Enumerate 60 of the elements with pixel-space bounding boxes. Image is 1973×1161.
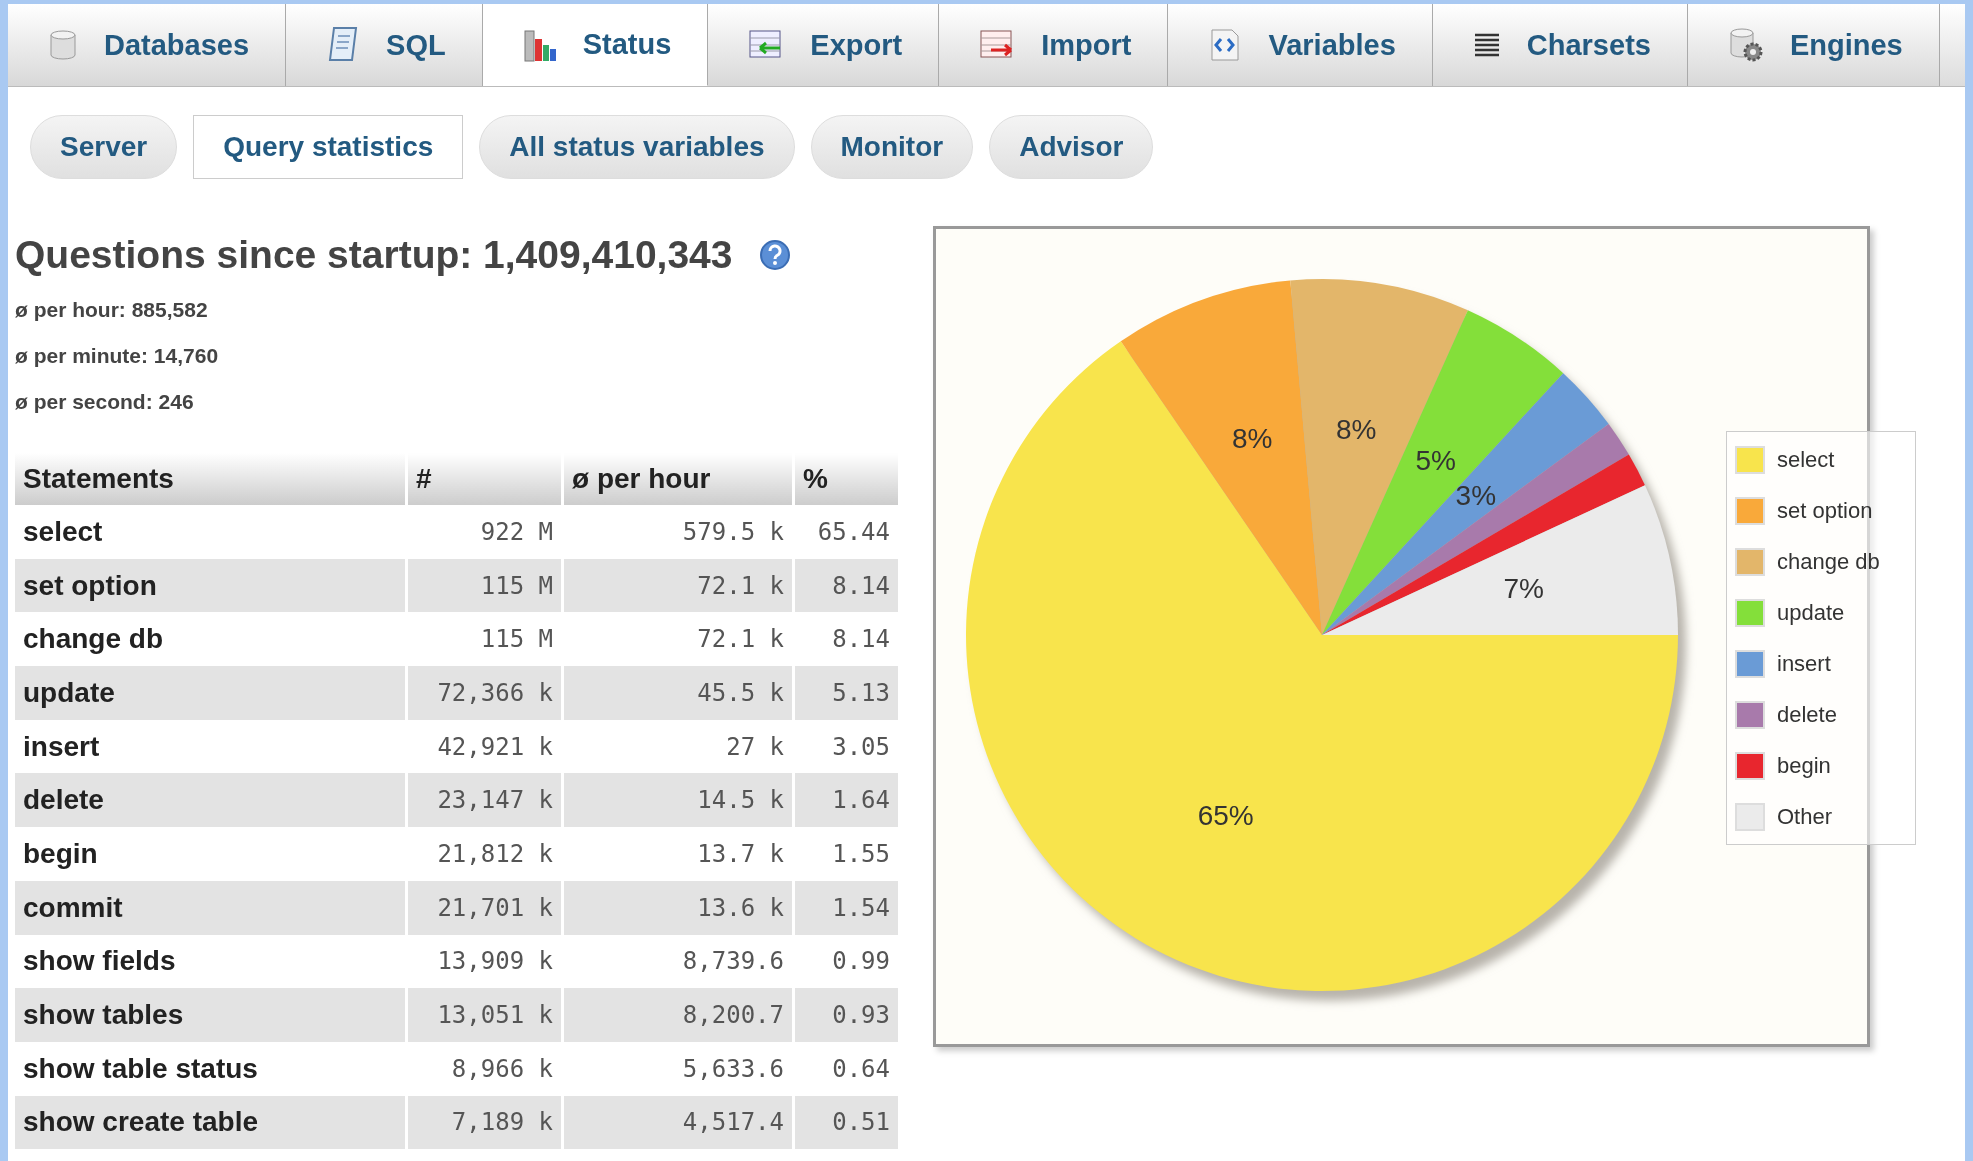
sub-tab[interactable]: Monitor <box>810 115 974 179</box>
tab[interactable]: Databases <box>8 4 287 86</box>
sub-tab[interactable]: Server <box>30 115 178 179</box>
tab[interactable]: Variables <box>1168 4 1433 86</box>
slice-label: 7% <box>1503 572 1544 604</box>
table-cell: 115 M <box>406 558 563 613</box>
legend-label: update <box>1777 599 1845 626</box>
table-cell: 14.5 k <box>562 773 794 828</box>
slice-label: 5% <box>1415 445 1456 477</box>
tab[interactable]: Engines <box>1687 4 1940 86</box>
legend-label: change db <box>1777 548 1880 575</box>
table-cell: 0.51 <box>793 1095 900 1150</box>
sub-tab[interactable]: Query statistics <box>193 115 464 179</box>
legend-label: set option <box>1777 497 1873 524</box>
table-cell: 1.54 <box>793 880 900 935</box>
table-cell: 8.14 <box>793 558 900 613</box>
sub-tab[interactable]: All status variables <box>479 115 795 179</box>
legend-label: begin <box>1777 752 1831 779</box>
slice-label: 3% <box>1455 479 1497 511</box>
table-cell: 13.6 k <box>562 880 794 935</box>
table-cell: delete <box>15 773 407 828</box>
table-cell: 5.13 <box>793 666 900 720</box>
table-cell: 23,147 k <box>406 773 563 828</box>
lines-icon <box>1472 32 1501 58</box>
table-cell: 21,701 k <box>406 880 563 935</box>
table-cell: 4,517.4 <box>562 1095 794 1150</box>
help-icon[interactable] <box>758 239 791 271</box>
tab[interactable]: Charsets <box>1432 4 1688 86</box>
tab[interactable]: Status <box>482 4 709 86</box>
table-cell: 45.5 k <box>562 666 794 720</box>
table-cell: 72.1 k <box>562 558 794 613</box>
column-header: Statements <box>15 453 407 505</box>
database-gear-icon <box>1727 27 1764 63</box>
tab[interactable]: SQL <box>286 4 483 86</box>
slice-label: 65% <box>1197 800 1254 832</box>
table-cell: show tables <box>15 988 407 1042</box>
legend-label: insert <box>1777 650 1831 677</box>
table-cell: 72,366 k <box>406 666 563 720</box>
table-cell: 7,189 k <box>406 1095 563 1150</box>
rate-text: ø per hour: 885,582 <box>15 297 209 323</box>
table-cell: set option <box>15 558 407 613</box>
table-cell: show create table <box>15 1095 407 1150</box>
legend-label: delete <box>1777 701 1837 728</box>
questions-heading: Questions since startup: 1,409,410,343 <box>15 233 733 277</box>
legend-label: select <box>1777 446 1835 473</box>
legend-label: Other <box>1777 803 1833 830</box>
tab[interactable]: Export <box>708 4 940 86</box>
table-cell: 1.64 <box>793 773 900 828</box>
table-cell: 8,200.7 <box>562 988 794 1042</box>
table-cell: update <box>15 666 407 720</box>
sub-tab[interactable]: Advisor <box>989 115 1154 179</box>
rate-text: ø per minute: 14,760 <box>15 343 220 369</box>
slice-label: 8% <box>1231 423 1273 455</box>
table-cell: 13,051 k <box>406 988 563 1042</box>
slice-label: 8% <box>1336 413 1377 445</box>
database-icon <box>48 29 78 61</box>
table-cell: 0.93 <box>793 988 900 1042</box>
table-cell: commit <box>15 880 407 935</box>
rate-text: ø per second: 246 <box>15 389 195 415</box>
tab[interactable]: Import <box>939 4 1169 86</box>
